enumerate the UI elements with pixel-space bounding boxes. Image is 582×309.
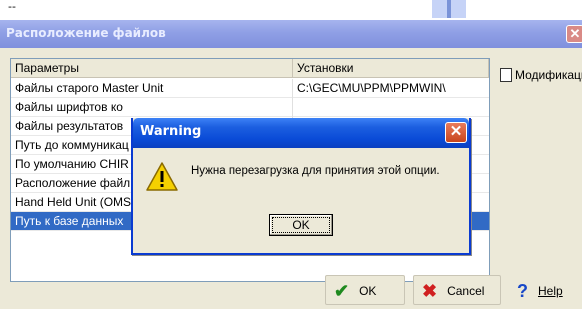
parameter-cell: Файлы шрифтов ко (11, 98, 293, 117)
background-text: -- (8, 0, 16, 13)
file-locations-window: Расположение файлов ✕ Параметры Установк… (0, 20, 582, 309)
column-header-parameters[interactable]: Параметры (11, 59, 293, 78)
table-row[interactable]: Файлы старого Master Unit C:\GEC\MU\PPM\P… (11, 79, 489, 98)
dialog-titlebar[interactable]: Warning ✕ (133, 118, 469, 148)
list-header: Параметры Установки (11, 59, 489, 78)
question-icon: ? (517, 280, 528, 301)
dialog-title: Warning (140, 124, 202, 139)
dialog-close-button[interactable]: ✕ (445, 122, 467, 143)
dialog-ok-button[interactable]: OK (269, 214, 333, 236)
window-title: Расположение файлов (6, 26, 166, 40)
setting-cell: C:\GEC\MU\PPM\PPMWIN\ (297, 81, 446, 95)
warning-icon (146, 162, 178, 191)
warning-dialog: Warning ✕ Нужна перезагрузка для приняти… (131, 118, 471, 255)
modify-button[interactable]: Модификаци (500, 64, 582, 86)
check-icon: ✔ (334, 280, 350, 301)
help-button[interactable]: ? Help (508, 275, 582, 305)
document-icon (500, 67, 512, 82)
window-titlebar[interactable]: Расположение файлов ✕ (0, 20, 582, 48)
help-button-label: Help (538, 283, 563, 298)
cancel-button-label: Cancel (447, 283, 485, 298)
x-icon: ✖ (422, 280, 438, 301)
column-header-settings[interactable]: Установки (293, 59, 489, 78)
cancel-button[interactable]: ✖ Cancel (413, 275, 501, 305)
window-close-button[interactable]: ✕ (566, 25, 582, 43)
parameter-cell: Файлы старого Master Unit (11, 79, 293, 98)
background-window: -- (0, 0, 582, 18)
modify-button-label: Модификаци (515, 68, 582, 82)
ok-button-label: OK (359, 283, 377, 298)
setting-cell (293, 98, 489, 117)
ok-button[interactable]: ✔ OK (325, 275, 405, 305)
dialog-message: Нужна перезагрузка для принятия этой опц… (191, 165, 440, 177)
background-scrollbar-thumb (447, 0, 451, 18)
table-row[interactable]: Файлы шрифтов ко (11, 98, 489, 117)
